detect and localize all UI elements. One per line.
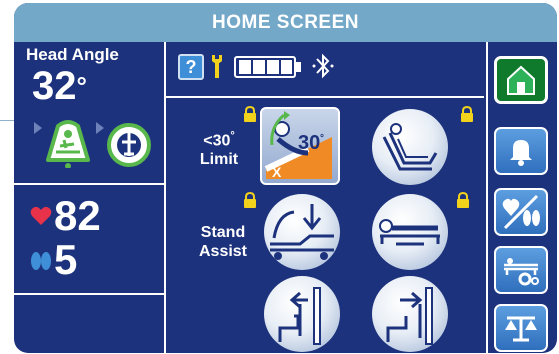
svg-text:X: X [272, 164, 282, 180]
wrench-icon[interactable] [210, 53, 224, 79]
indicator-arrow-icon [96, 122, 104, 134]
lock-icon [244, 106, 256, 122]
flat-bed-icon [379, 219, 440, 246]
respiration-rate-row: 5 [30, 239, 77, 281]
respiration-rate-value: 5 [54, 236, 78, 283]
limit-label-degree: ° [230, 130, 235, 142]
flat-position-button[interactable] [372, 194, 448, 270]
battery-icon [234, 56, 301, 78]
device-screen: HOME SCREEN Head Angle 32° 82 5 ? <30° L… [14, 3, 557, 353]
scale-button[interactable] [494, 304, 548, 352]
stand-assist-button[interactable] [264, 194, 340, 270]
chair-position-icon [382, 123, 438, 171]
head-angle-value: 32° [32, 66, 87, 106]
vitals-section: 82 5 [14, 185, 164, 295]
status-toolbar: ? [166, 42, 484, 96]
function-grid: <30° Limit X 30 ° Stand Assist [166, 96, 484, 353]
heart-icon [30, 206, 52, 225]
status-panel: Head Angle 32° 82 5 [14, 42, 164, 353]
alarms-button[interactable] [494, 127, 548, 175]
heart-lungs-icon [502, 194, 540, 230]
chair-position-button[interactable] [372, 109, 448, 185]
limit-label-line2: Limit [199, 151, 239, 169]
home-icon [507, 65, 535, 95]
limit-icon-degree: ° [320, 133, 324, 144]
lock-icon [244, 192, 256, 208]
exit-left-icon [278, 287, 321, 345]
head-angle-unit: ° [76, 71, 87, 101]
heart-rate-value: 82 [54, 192, 101, 239]
help-label: ? [185, 56, 197, 77]
bluetooth-off-icon [312, 53, 334, 79]
head-angle-section: Head Angle 32° [14, 42, 164, 185]
limit-label-line1: <30 [203, 132, 231, 150]
vitals-button[interactable] [494, 188, 548, 236]
home-button[interactable] [494, 56, 548, 104]
lungs-icon [31, 252, 51, 270]
exit-left-button[interactable] [264, 276, 340, 352]
bed-settings-button[interactable] [494, 246, 548, 294]
limit-icon-text: 30 [298, 132, 320, 154]
exit-right-button[interactable] [372, 276, 448, 352]
head-angle-limit-icon: X 30 ° [264, 111, 332, 180]
lock-icon [461, 106, 473, 122]
head-angle-label: Head Angle [26, 45, 119, 64]
heart-rate-row: 82 [30, 195, 101, 237]
exit-right-icon [386, 287, 433, 345]
patient-position-icon[interactable] [106, 122, 152, 168]
left-bottom-section [14, 295, 164, 353]
screen-title: HOME SCREEN [212, 11, 359, 33]
stand-assist-icon [270, 204, 334, 260]
bed-gear-icon [504, 258, 539, 286]
bed-exit-alarm-icon[interactable] [42, 118, 94, 168]
scale-icon [505, 316, 537, 342]
head-angle-number: 32 [32, 64, 77, 108]
limit-label: <30° Limit [194, 127, 244, 169]
indicator-arrow-icon [34, 122, 42, 134]
lock-icon [457, 192, 469, 208]
bell-icon [510, 140, 532, 166]
stand-assist-label-line2: Assist [198, 243, 248, 260]
stand-assist-label-line1: Stand [200, 224, 246, 241]
stand-assist-label: Stand Assist [188, 223, 258, 261]
side-navigation [486, 42, 557, 353]
hob-limit-button[interactable]: X 30 ° [260, 107, 340, 185]
help-button[interactable]: ? [178, 54, 204, 80]
screen-header: HOME SCREEN [14, 3, 557, 42]
